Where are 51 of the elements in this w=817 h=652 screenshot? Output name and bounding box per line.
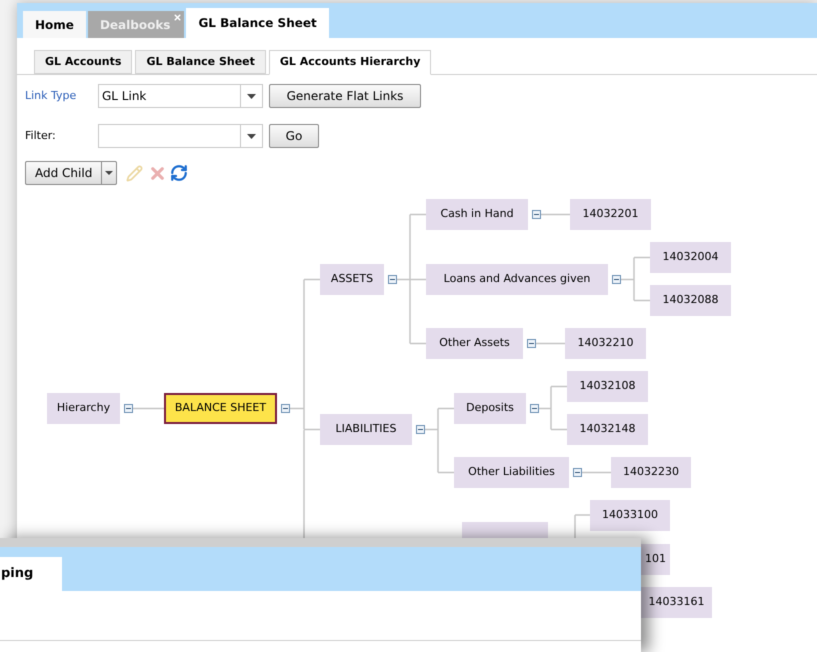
tree-node[interactable]: Other Assets	[426, 328, 523, 359]
filter-label: Filter:	[25, 128, 57, 144]
link-type-label: Link Type	[25, 88, 78, 104]
tree-connector	[620, 256, 651, 302]
tree-node[interactable]: LIABILITIES	[320, 414, 412, 445]
go-button[interactable]: Go	[269, 124, 319, 148]
tree-connector	[132, 408, 165, 410]
collapse-toggle[interactable]	[388, 275, 397, 284]
tree-node[interactable]: Other Liabilities	[454, 457, 569, 488]
window-tab[interactable]: ping	[0, 557, 62, 591]
collapse-toggle[interactable]	[573, 468, 582, 477]
tree-node[interactable]: 14032108	[567, 371, 648, 402]
tree-connector	[535, 342, 566, 344]
caret-icon	[105, 171, 114, 175]
tree-node[interactable]: 14032230	[611, 457, 691, 488]
tree-node[interactable]: 14032210	[565, 328, 646, 359]
collapse-toggle[interactable]	[416, 425, 425, 434]
window-tab[interactable]: GL Balance Sheet	[186, 8, 329, 38]
tree-node[interactable]: Deposits	[454, 393, 526, 424]
tree-node[interactable]: 14032004	[650, 242, 731, 273]
tree-node[interactable]: 14032148	[567, 414, 648, 445]
tree-node[interactable]: 14032201	[570, 199, 651, 230]
caret-icon	[247, 134, 256, 138]
tree-node[interactable]: Hierarchy	[47, 393, 120, 424]
tree-connector	[538, 386, 568, 430]
collapse-toggle[interactable]	[281, 404, 290, 413]
collapse-toggle[interactable]	[532, 210, 541, 219]
sub-tab[interactable]: GL Accounts Hierarchy	[268, 50, 432, 75]
collapse-toggle[interactable]	[527, 339, 536, 348]
tree-node[interactable]: ASSETS	[320, 264, 384, 295]
window-tab[interactable]: Home	[23, 11, 86, 38]
tree-node[interactable]: 14033100	[590, 500, 670, 531]
tree-node[interactable]: 101	[641, 544, 670, 575]
collapse-toggle[interactable]	[530, 404, 539, 413]
tree-node[interactable]: 14033161	[641, 587, 712, 618]
generate-flat-links-button[interactable]: Generate Flat Links	[269, 84, 421, 108]
refresh-icon[interactable]	[170, 164, 188, 182]
sub-tab[interactable]: GL Accounts	[34, 50, 132, 74]
sub-tab[interactable]: GL Balance Sheet	[135, 50, 266, 74]
tree-connector	[581, 472, 612, 474]
caret-icon	[247, 94, 256, 98]
tree-connector	[424, 408, 455, 474]
collapse-toggle[interactable]	[124, 404, 133, 413]
tree-node[interactable]: 14032088	[650, 285, 731, 316]
add-child-split-button[interactable]: Add Child	[25, 161, 118, 185]
collapse-toggle[interactable]	[612, 275, 621, 284]
tree-node[interactable]: BALANCE SHEET	[164, 393, 277, 424]
tree-node[interactable]: Loans and Advances given	[426, 264, 608, 295]
link-type-dropdown[interactable]: GL Link	[98, 84, 263, 108]
tree-node[interactable]: Cash in Hand	[426, 199, 528, 230]
tree-connector	[540, 214, 571, 216]
